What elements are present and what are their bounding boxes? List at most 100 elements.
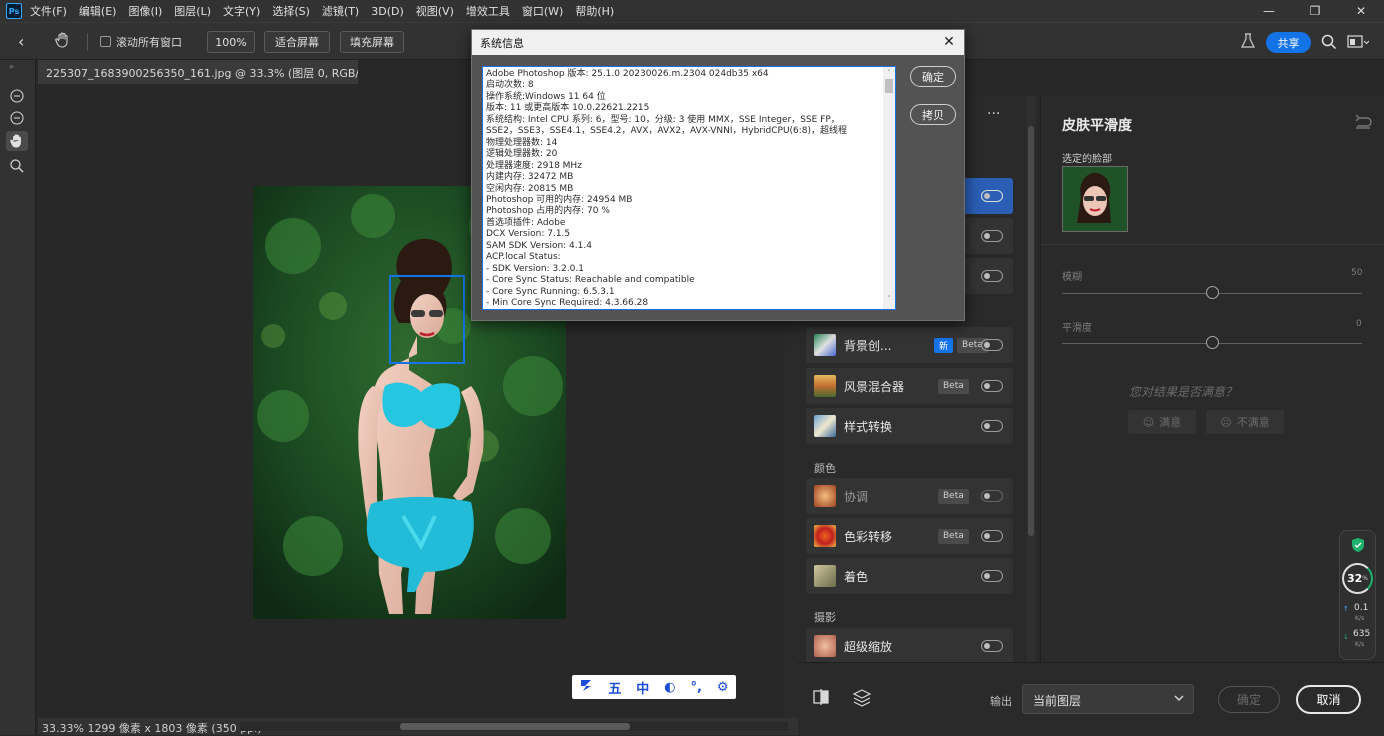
filter-list-scroll-thumb[interactable] xyxy=(1028,126,1034,536)
ime-wubi[interactable]: 五 xyxy=(608,678,621,697)
zoom-out-alt-icon[interactable] xyxy=(6,108,28,128)
menu-select[interactable]: 选择(S) xyxy=(272,3,310,19)
share-button[interactable]: 共享 xyxy=(1266,32,1311,53)
menu-help[interactable]: 帮助(H) xyxy=(575,3,614,19)
filter-item-color-transfer[interactable]: 色彩转移 Beta xyxy=(806,518,1013,554)
scroll-down-icon[interactable]: ˅ xyxy=(884,295,894,303)
fit-screen-button[interactable]: 适合屏幕 xyxy=(264,31,330,53)
ime-logo-icon[interactable] xyxy=(579,678,593,696)
menu-plugins[interactable]: 增效工具 xyxy=(466,3,510,19)
beta-badge: Beta xyxy=(938,528,969,544)
hand-tool-icon[interactable] xyxy=(54,31,72,52)
filter-toggle[interactable] xyxy=(981,640,1003,652)
horizontal-scroll-thumb[interactable] xyxy=(400,723,630,730)
filter-toggle[interactable] xyxy=(981,380,1003,392)
chevron-down-icon xyxy=(1173,689,1185,710)
system-info-lines: Adobe Photoshop 版本: 25.1.0 20230026.m.23… xyxy=(486,69,881,309)
filter-toggle[interactable] xyxy=(981,190,1003,202)
cancel-button[interactable]: 取消 xyxy=(1296,685,1361,714)
horizontal-scrollbar[interactable] xyxy=(240,722,788,731)
layers-icon[interactable] xyxy=(852,688,872,711)
scroll-all-windows-checkbox[interactable] xyxy=(100,36,111,47)
fill-screen-button[interactable]: 填充屏幕 xyxy=(340,31,404,53)
filter-item-landscape-mixer[interactable]: 风景混合器 Beta xyxy=(806,368,1013,404)
dialog-ok-button[interactable]: 确定 xyxy=(910,66,956,87)
panel-title: 皮肤平滑度 xyxy=(1062,118,1132,134)
ok-button[interactable]: 确定 xyxy=(1218,686,1280,713)
network-monitor-widget[interactable]: 32 % ↑ 0.1 K/s ↓ 635 K/s xyxy=(1339,530,1376,660)
smoothness-slider-thumb[interactable] xyxy=(1206,336,1219,349)
textarea-scrollbar[interactable]: ˄ ˅ xyxy=(883,67,895,309)
upload-speed: 0.1 xyxy=(1354,603,1369,613)
blur-slider-thumb[interactable] xyxy=(1206,286,1219,299)
filter-thumbnail xyxy=(814,485,836,507)
menu-3d[interactable]: 3D(D) xyxy=(371,5,404,18)
filter-toggle[interactable] xyxy=(981,490,1003,502)
download-unit: K/s xyxy=(1355,641,1365,648)
menu-type[interactable]: 文字(Y) xyxy=(223,3,260,19)
filter-thumbnail xyxy=(814,334,836,356)
ime-chinese-mode[interactable]: 中 xyxy=(636,678,649,697)
hand-tool-icon[interactable] xyxy=(6,131,28,151)
menu-view[interactable]: 视图(V) xyxy=(416,3,454,19)
flask-icon[interactable] xyxy=(1240,32,1256,53)
compare-split-icon[interactable] xyxy=(812,688,830,709)
scroll-all-windows-label: 滚动所有窗口 xyxy=(116,36,182,49)
system-info-textarea[interactable]: Adobe Photoshop 版本: 25.1.0 20230026.m.23… xyxy=(482,66,896,310)
toolbar-collapse-icon[interactable]: » xyxy=(9,62,14,71)
filter-item-colorize[interactable]: 着色 xyxy=(806,558,1013,594)
search-icon[interactable] xyxy=(1321,34,1337,53)
face-selection-box[interactable] xyxy=(389,275,465,364)
output-dropdown[interactable]: 当前图层 xyxy=(1022,684,1194,714)
filter-toggle[interactable] xyxy=(981,270,1003,282)
tool-panel: » xyxy=(0,60,36,735)
system-info-line: ACP.local Status: xyxy=(486,252,561,263)
zoom-tool-icon[interactable] xyxy=(6,156,28,176)
unsatisfied-button[interactable]: ☹ 不满意 xyxy=(1206,410,1284,434)
filter-item-background-creator[interactable]: 背景创... 新 Beta xyxy=(806,327,1013,363)
filter-list-scrollbar[interactable] xyxy=(1027,96,1035,662)
menu-window[interactable]: 窗口(W) xyxy=(522,3,563,19)
section-label-photo: 摄影 xyxy=(814,611,836,624)
punctuation-icon[interactable]: °, xyxy=(690,680,701,695)
menu-image[interactable]: 图像(I) xyxy=(128,3,162,19)
satisfied-button[interactable]: ☺ 满意 xyxy=(1128,410,1196,434)
zoom-out-icon[interactable] xyxy=(6,86,28,106)
document-tab[interactable]: 225307_1683900256350_161.jpg @ 33.3% (图层… xyxy=(38,60,358,84)
dialog-close-icon[interactable]: ✕ xyxy=(940,33,958,51)
filter-item-super-zoom[interactable]: 超级缩放 xyxy=(806,628,1013,664)
filter-toggle[interactable] xyxy=(981,230,1003,242)
settings-gear-icon[interactable]: ⚙ xyxy=(717,680,729,695)
minimize-icon[interactable]: — xyxy=(1246,0,1292,22)
zoom-100-button[interactable]: 100% xyxy=(207,31,255,53)
system-info-line: 逻辑处理器数: 20 xyxy=(486,149,558,160)
selected-face-thumbnail[interactable] xyxy=(1062,166,1128,232)
back-chevron-icon[interactable]: ‹ xyxy=(18,32,24,51)
filter-toggle[interactable] xyxy=(981,570,1003,582)
filter-item-harmonize[interactable]: 协调 Beta xyxy=(806,478,1013,514)
workspace-icon[interactable] xyxy=(1347,35,1370,52)
dialog-copy-button[interactable]: 拷贝 xyxy=(910,104,956,125)
divider xyxy=(1041,244,1384,245)
restore-icon[interactable]: ❐ xyxy=(1292,0,1338,22)
blur-value: 50 xyxy=(1351,268,1363,278)
filter-toggle[interactable] xyxy=(981,530,1003,542)
moon-icon[interactable]: ◐ xyxy=(664,680,675,695)
scroll-up-icon[interactable]: ˄ xyxy=(884,69,894,77)
filter-item-style-transfer[interactable]: 样式转换 xyxy=(806,408,1013,444)
more-options-icon[interactable]: ··· xyxy=(987,106,1000,122)
menu-edit[interactable]: 编辑(E) xyxy=(79,3,117,19)
menu-filter[interactable]: 滤镜(T) xyxy=(322,3,359,19)
shield-icon xyxy=(1351,537,1365,556)
textarea-scroll-thumb[interactable] xyxy=(885,79,893,93)
menu-file[interactable]: 文件(F) xyxy=(30,3,67,19)
filter-toggle[interactable] xyxy=(981,339,1003,351)
upload-arrow-icon: ↑ xyxy=(1343,605,1349,613)
new-badge: 新 xyxy=(934,337,954,353)
close-icon[interactable]: ✕ xyxy=(1338,0,1384,22)
reset-icon[interactable] xyxy=(1354,114,1372,133)
menu-layer[interactable]: 图层(L) xyxy=(174,3,211,19)
status-menu-chevron-icon[interactable]: › xyxy=(224,721,228,731)
divider xyxy=(87,33,88,51)
filter-toggle[interactable] xyxy=(981,420,1003,432)
